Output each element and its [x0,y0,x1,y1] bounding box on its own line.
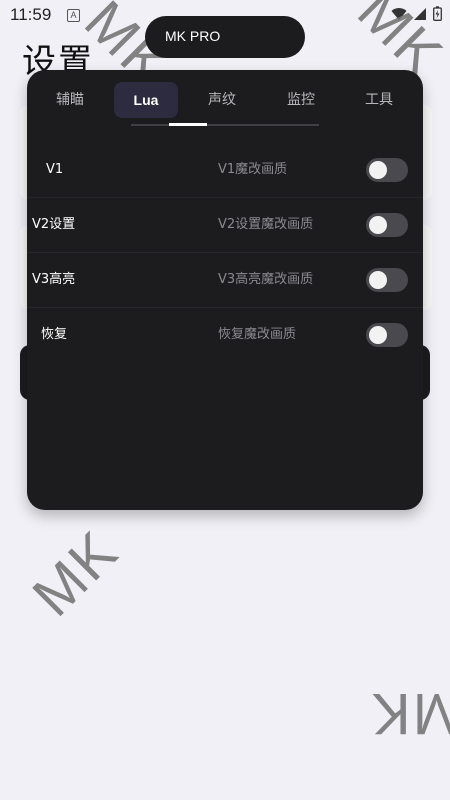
battery-icon [433,6,442,21]
watermark: MK [370,681,450,746]
toggle-knob [369,216,387,234]
v2-toggle[interactable] [366,213,408,237]
watermark: MK [20,518,131,629]
tab-indicator [169,123,207,126]
tab-lua[interactable]: Lua [114,82,178,118]
toggle-knob [369,271,387,289]
v3-toggle[interactable] [366,268,408,292]
toggle-knob [369,161,387,179]
window-title: MK PRO [165,28,221,44]
signal-icon [414,7,426,20]
settings-panel: 辅瞄 Lua 声纹 监控 工具 V1 V1魔改画质 V2设置 V2设置魔改画质 … [27,70,423,510]
tab-voiceprint[interactable]: 声纹 [190,82,254,118]
window-title-pill[interactable]: MK PRO [145,16,305,58]
restore-toggle[interactable] [366,323,408,347]
setting-description: V3高亮魔改画质 [218,272,314,287]
tab-scroll-track [131,124,319,126]
setting-label: V3高亮 [32,272,76,287]
setting-description: V1魔改画质 [218,162,288,177]
setting-label: V1 [46,162,64,177]
notification-a-icon: A [67,9,80,22]
v1-toggle[interactable] [366,158,408,182]
wifi-icon [391,7,407,20]
tab-bar: 辅瞄 Lua 声纹 监控 工具 [27,82,423,118]
setting-row-v3: V3高亮 V3高亮魔改画质 [27,252,423,308]
tab-aim[interactable]: 辅瞄 [38,82,102,118]
setting-description: V2设置魔改画质 [218,217,314,232]
status-icons [391,6,442,21]
status-time: 11:59 [10,5,52,24]
setting-description: 恢复魔改画质 [218,327,297,342]
setting-label: 恢复 [41,327,68,342]
setting-row-restore: 恢复 恢复魔改画质 [27,307,423,362]
tab-monitor[interactable]: 监控 [269,82,333,118]
tab-tools[interactable]: 工具 [347,82,411,118]
setting-row-v1: V1 V1魔改画质 [27,142,423,198]
setting-row-v2: V2设置 V2设置魔改画质 [27,197,423,253]
toggle-knob [369,326,387,344]
setting-label: V2设置 [32,217,76,232]
